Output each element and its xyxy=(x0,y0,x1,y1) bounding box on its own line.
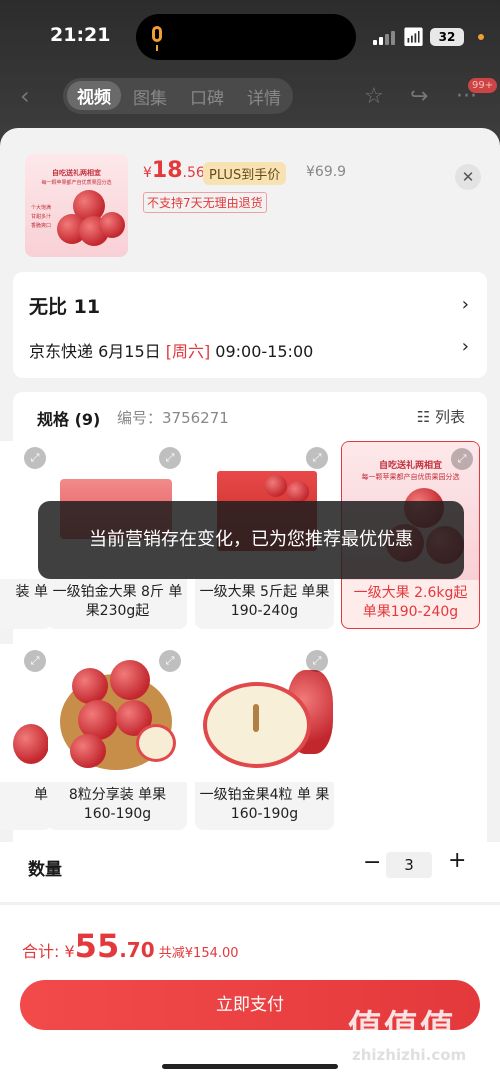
battery-icon: 32 xyxy=(430,28,464,46)
plus-price-tag: PLUS到手价 xyxy=(203,162,287,185)
product-header: 自吃送礼两相宜 每一颗苹果都产自优质果园分选 个大饱满 甘甜多汁 香脆爽口 ¥1… xyxy=(0,128,500,268)
original-price: ¥69.9 xyxy=(306,164,347,180)
spec-option[interactable]: ⤢ 一级铂金果4粒 单 果160-190g xyxy=(195,644,334,830)
option-label: 一级大果 5斤起 单果190-240g xyxy=(199,584,330,619)
total-price: 合计: ¥55.70 共减¥154.00 xyxy=(22,927,239,965)
currency: ¥ xyxy=(143,165,152,181)
quantity-input[interactable]: 3 xyxy=(386,852,432,878)
tab-video[interactable]: 视频 xyxy=(67,81,121,110)
return-policy-tag: 不支持7天无理由退货 xyxy=(143,192,267,213)
tab-gallery[interactable]: 图集 xyxy=(133,84,167,109)
spec-code: 编号：3756271 xyxy=(117,409,229,427)
list-label: 列表 xyxy=(434,408,465,426)
zoom-icon[interactable]: ⤢ xyxy=(159,447,181,469)
home-indicator xyxy=(162,1064,338,1069)
share-icon[interactable]: ↪ xyxy=(410,84,428,109)
option-label: 单 xyxy=(34,787,48,803)
option-label: 一级铂金果4粒 单 果160-190g xyxy=(199,787,330,822)
chevron-right-icon[interactable]: › xyxy=(462,336,469,357)
quantity-label: 数量 xyxy=(28,860,62,880)
star-icon[interactable]: ☆ xyxy=(364,84,384,109)
watermark-logo: 值值值 xyxy=(348,1008,456,1048)
option-label: 一级铂金大果 8斤 单果230g起 xyxy=(52,584,183,619)
wifi-icon: 📶︎ xyxy=(402,27,425,48)
delivery-slot: 09:00-15:00 xyxy=(210,342,314,361)
tab-details[interactable]: 详情 xyxy=(247,84,281,109)
thumb-title: 自吃送礼两相宜 xyxy=(52,169,101,177)
price: ¥18.56 xyxy=(143,158,205,183)
signal-icon xyxy=(373,31,397,45)
product-thumbnail[interactable]: 自吃送礼两相宜 每一颗苹果都产自优质果园分选 个大饱满 甘甜多汁 香脆爽口 xyxy=(25,154,128,257)
apple-image xyxy=(99,212,125,238)
thumb-feature: 香脆爽口 xyxy=(31,223,52,229)
option-box-subtitle: 每一颗苹果都产自优质果园分选 xyxy=(361,473,460,481)
delivery-time: 京东快递 6月15日 [周六] 09:00-15:00 xyxy=(29,338,313,362)
zoom-icon[interactable]: ⤢ xyxy=(24,447,46,469)
total-savings: 共减¥154.00 xyxy=(154,946,239,961)
thumb-subtitle: 每一颗苹果都产自优质果园分选 xyxy=(41,180,112,186)
spec-title: 规格 (9) xyxy=(37,410,101,429)
media-tabs: 视频 图集 口碑 详情 xyxy=(63,78,293,114)
clock: 21:21 xyxy=(50,24,111,46)
courier: 京东快递 6月15日 xyxy=(29,342,166,361)
thumb-feature: 甘甜多汁 xyxy=(31,214,52,220)
address-card[interactable]: 无比 11 › 京东快递 6月15日 [周六] 09:00-15:00 › xyxy=(13,272,487,378)
recipient-name: 无比 11 xyxy=(29,296,101,318)
status-bar: 21:21 📶︎ 32 xyxy=(0,0,500,72)
zoom-icon[interactable]: ⤢ xyxy=(159,650,181,672)
tab-reviews[interactable]: 口碑 xyxy=(190,84,224,109)
microphone-icon xyxy=(152,26,162,51)
top-nav: ‹ 视频 图集 口碑 详情 ☆ ↪ ··· xyxy=(0,76,500,116)
spec-option[interactable]: ⤢ 8粒分享装 单果 160-190g xyxy=(48,644,187,830)
back-icon[interactable]: ‹ xyxy=(20,82,30,110)
delivery-day: [周六] xyxy=(165,342,211,361)
total-dec: .70 xyxy=(119,938,155,962)
dynamic-island xyxy=(136,14,356,60)
option-label: 8粒分享装 单果 160-190g xyxy=(68,787,167,822)
spec-card: 规格 (9) 编号：3756271 ☷ 列表 ⤢ 装 单 ⤢ 一级铂金大果 8斤… xyxy=(0,392,487,842)
thumb-feature: 个大饱满 xyxy=(31,205,52,211)
list-view-toggle[interactable]: ☷ 列表 xyxy=(417,406,465,427)
total-int: 55 xyxy=(74,927,120,965)
spec-option[interactable]: ⤢ 单 xyxy=(0,644,52,830)
privacy-dot xyxy=(478,34,484,40)
thumb-features: 个大饱满 甘甜多汁 香脆爽口 xyxy=(31,204,51,231)
close-icon[interactable]: ✕ xyxy=(455,164,481,190)
zoom-icon[interactable]: ⤢ xyxy=(24,650,46,672)
promotion-toast: 当前营销存在变化，已为您推荐最优优惠 xyxy=(38,501,464,579)
message-badge: 99+ xyxy=(468,78,498,93)
price-int: 18 xyxy=(151,158,183,183)
watermark-url: zhizhizhi.com xyxy=(352,1046,467,1064)
quantity-increase-button[interactable]: + xyxy=(448,848,466,873)
zoom-icon[interactable]: ⤢ xyxy=(451,448,473,470)
option-label: 一级大果 2.6kg起 单果190-240g xyxy=(353,585,468,620)
total-label: 合计: ¥ xyxy=(22,942,75,961)
zoom-icon[interactable]: ⤢ xyxy=(306,447,328,469)
price-dec: .56 xyxy=(182,165,205,181)
option-label: 装 单 xyxy=(15,584,48,600)
quantity-decrease-button[interactable]: − xyxy=(363,850,381,875)
zoom-icon[interactable]: ⤢ xyxy=(306,650,328,672)
chevron-right-icon: › xyxy=(461,294,469,315)
